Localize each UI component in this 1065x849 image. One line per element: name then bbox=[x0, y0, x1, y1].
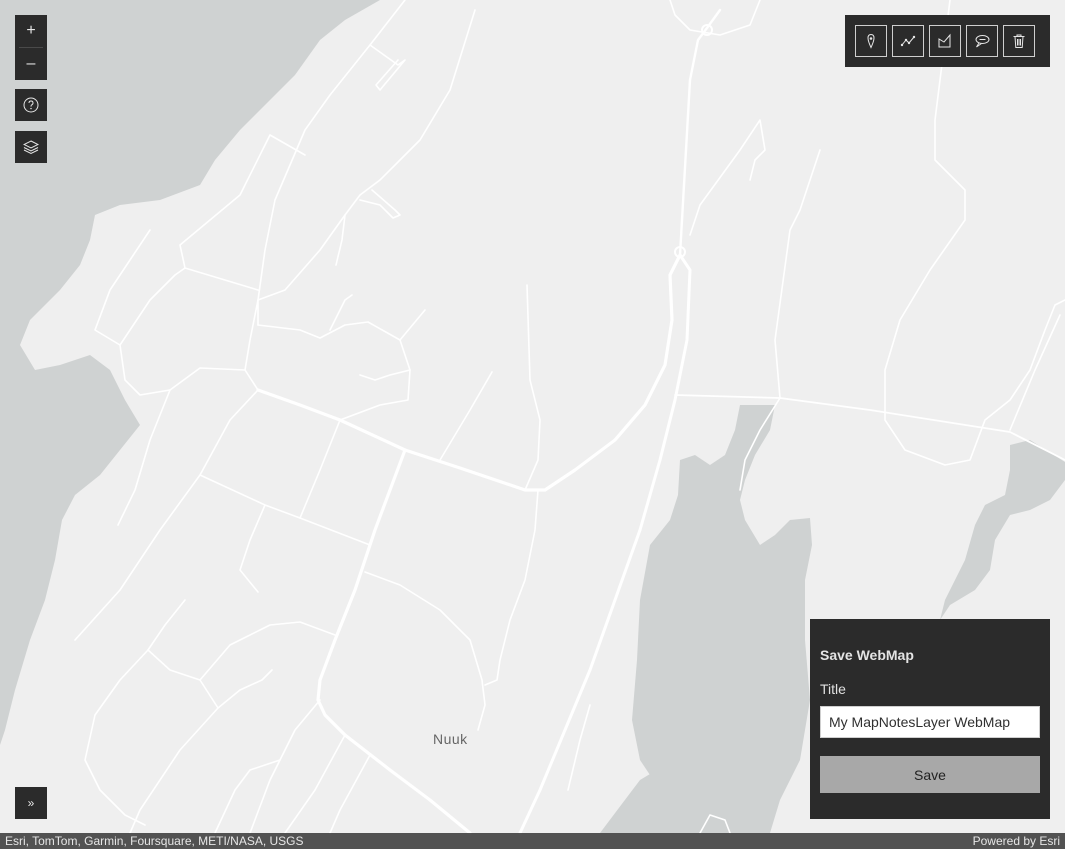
text-tool-button[interactable] bbox=[966, 25, 998, 57]
trash-icon bbox=[1013, 34, 1025, 48]
polyline-tool-button[interactable] bbox=[892, 25, 924, 57]
plus-icon: + bbox=[26, 22, 36, 39]
polygon-tool-button[interactable] bbox=[929, 25, 961, 57]
text-annotation-icon bbox=[975, 35, 990, 48]
attribution-bar: Esri, TomTom, Garmin, Foursquare, METI/N… bbox=[0, 833, 1065, 849]
question-icon bbox=[23, 97, 39, 113]
save-button[interactable]: Save bbox=[820, 756, 1040, 793]
polyline-icon bbox=[900, 35, 916, 47]
title-input[interactable] bbox=[820, 706, 1040, 738]
zoom-in-button[interactable]: + bbox=[15, 15, 47, 47]
point-pin-icon bbox=[867, 33, 875, 49]
zoom-control: + – bbox=[15, 15, 47, 80]
expand-button[interactable]: » bbox=[15, 787, 47, 819]
delete-tool-button[interactable] bbox=[1003, 25, 1035, 57]
point-tool-button[interactable] bbox=[855, 25, 887, 57]
zoom-out-button[interactable]: – bbox=[15, 48, 47, 80]
polygon-icon bbox=[938, 33, 951, 48]
attribution-sources[interactable]: Esri, TomTom, Garmin, Foursquare, METI/N… bbox=[5, 833, 304, 849]
title-label: Title bbox=[820, 681, 846, 697]
expand-chevrons-icon: » bbox=[27, 796, 35, 810]
save-webmap-heading: Save WebMap bbox=[820, 647, 914, 663]
save-webmap-panel: Save WebMap Title Save bbox=[810, 619, 1050, 819]
sketch-toolbar bbox=[845, 15, 1050, 67]
layers-icon bbox=[23, 140, 39, 155]
powered-by-esri-link[interactable]: Powered by Esri bbox=[973, 833, 1060, 849]
help-button[interactable] bbox=[15, 89, 47, 121]
layer-list-button[interactable] bbox=[15, 131, 47, 163]
minus-icon: – bbox=[26, 55, 36, 72]
place-label-nuuk: Nuuk bbox=[433, 731, 468, 747]
